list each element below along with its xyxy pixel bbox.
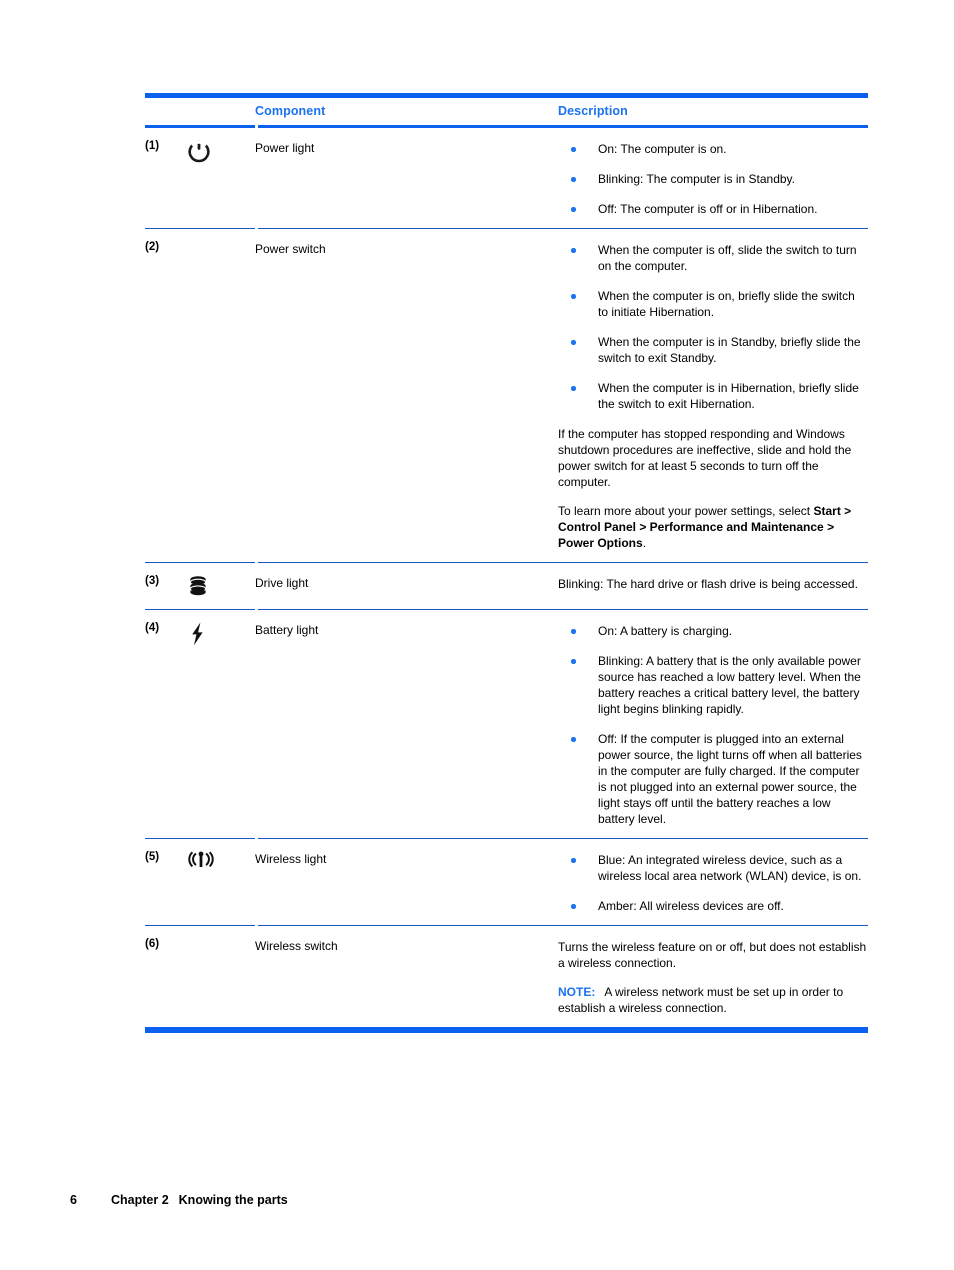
row-number: (1) — [145, 140, 160, 152]
row-separator — [145, 609, 868, 610]
row-separator — [145, 228, 868, 229]
component-description: On: A battery is charging. Blinking: A b… — [558, 621, 868, 827]
list-item: Amber: All wireless devices are off. — [558, 898, 868, 914]
battery-icon — [187, 621, 209, 647]
list-item: When the computer is off, slide the swit… — [558, 242, 868, 274]
row-separator — [145, 562, 868, 563]
list-item: When the computer is in Standby, briefly… — [558, 334, 868, 366]
component-description: Blue: An integrated wireless device, suc… — [558, 850, 868, 914]
page-footer: 6 Chapter 2 Knowing the parts — [70, 1193, 288, 1207]
drive-icon — [187, 574, 209, 598]
component-name: Wireless switch — [255, 939, 338, 953]
row-icon-cell — [187, 621, 255, 647]
settings-tail-text: . — [642, 536, 647, 550]
row-separator — [145, 925, 868, 926]
list-item: On: A battery is charging. — [558, 623, 868, 639]
description-paragraph: Turns the wireless feature on or off, bu… — [558, 940, 867, 970]
footer-page-number: 6 — [70, 1193, 77, 1207]
list-item: Blue: An integrated wireless device, suc… — [558, 852, 868, 884]
list-item: Off: If the computer is plugged into an … — [558, 731, 868, 827]
row-number: (4) — [145, 622, 160, 634]
list-item: Blinking: The computer is in Standby. — [558, 171, 868, 187]
note-text: A wireless network must be set up in ord… — [558, 985, 844, 1015]
list-item: Off: The computer is off or in Hibernati… — [558, 201, 868, 217]
component-description: On: The computer is on. Blinking: The co… — [558, 139, 868, 217]
component-name: Power light — [255, 141, 315, 155]
note-paragraph: NOTE: A wireless network must be set up i… — [558, 984, 868, 1016]
column-header-description: Description — [558, 104, 628, 118]
row-icon-cell — [187, 850, 255, 872]
list-item: Blinking: A battery that is the only ava… — [558, 653, 868, 717]
row-number: (6) — [145, 938, 160, 950]
table-row: (3) Drive light Blinking: The hard drive… — [145, 563, 868, 609]
component-description-table: Component Description (1) Power light On… — [145, 93, 868, 1033]
component-name: Drive light — [255, 576, 309, 590]
settings-lead-text: To learn more about your power settings,… — [558, 504, 814, 518]
table-bottom-rule — [145, 1027, 868, 1033]
description-bullet-list: When the computer is off, slide the swit… — [558, 242, 868, 412]
row-icon-cell — [187, 139, 255, 163]
component-description: Turns the wireless feature on or off, bu… — [558, 937, 868, 1016]
list-item: When the computer is on, briefly slide t… — [558, 288, 868, 320]
column-header-component: Component — [255, 104, 326, 118]
component-name: Wireless light — [255, 852, 327, 866]
component-description: When the computer is off, slide the swit… — [558, 240, 868, 551]
table-header-underline — [145, 125, 868, 128]
footer-chapter-title: Knowing the parts — [178, 1193, 288, 1207]
row-number: (2) — [145, 241, 160, 253]
table-row: (4) Battery light On: A battery is charg… — [145, 610, 868, 838]
description-bullet-list: Blue: An integrated wireless device, suc… — [558, 852, 868, 914]
description-bullet-list: On: The computer is on. Blinking: The co… — [558, 141, 868, 217]
description-bullet-list: On: A battery is charging. Blinking: A b… — [558, 623, 868, 827]
note-label: NOTE: — [558, 985, 596, 999]
component-description: Blinking: The hard drive or flash drive … — [558, 574, 868, 592]
list-item: On: The computer is on. — [558, 141, 868, 157]
power-icon — [187, 139, 211, 163]
row-number: (5) — [145, 851, 160, 863]
table-row: (5) Wireless light Blue: An integrated w… — [145, 839, 868, 925]
wireless-icon — [187, 850, 215, 872]
power-settings-paragraph: To learn more about your power settings,… — [558, 503, 868, 551]
row-number: (3) — [145, 575, 160, 587]
table-row: (1) Power light On: The computer is on. … — [145, 128, 868, 228]
component-name: Power switch — [255, 242, 326, 256]
description-paragraph: If the computer has stopped responding a… — [558, 427, 852, 489]
table-row: (6) Wireless switch Turns the wireless f… — [145, 926, 868, 1027]
table-row: (2) Power switch When the computer is of… — [145, 229, 868, 562]
document-page: Component Description (1) Power light On… — [0, 0, 954, 1270]
row-icon-cell — [187, 574, 255, 598]
row-separator — [145, 838, 868, 839]
list-item: When the computer is in Hibernation, bri… — [558, 380, 868, 412]
description-paragraph: Blinking: The hard drive or flash drive … — [558, 577, 858, 591]
footer-chapter: Chapter 2 — [111, 1193, 169, 1207]
component-name: Battery light — [255, 623, 319, 637]
table-header-row: Component Description — [145, 98, 868, 125]
